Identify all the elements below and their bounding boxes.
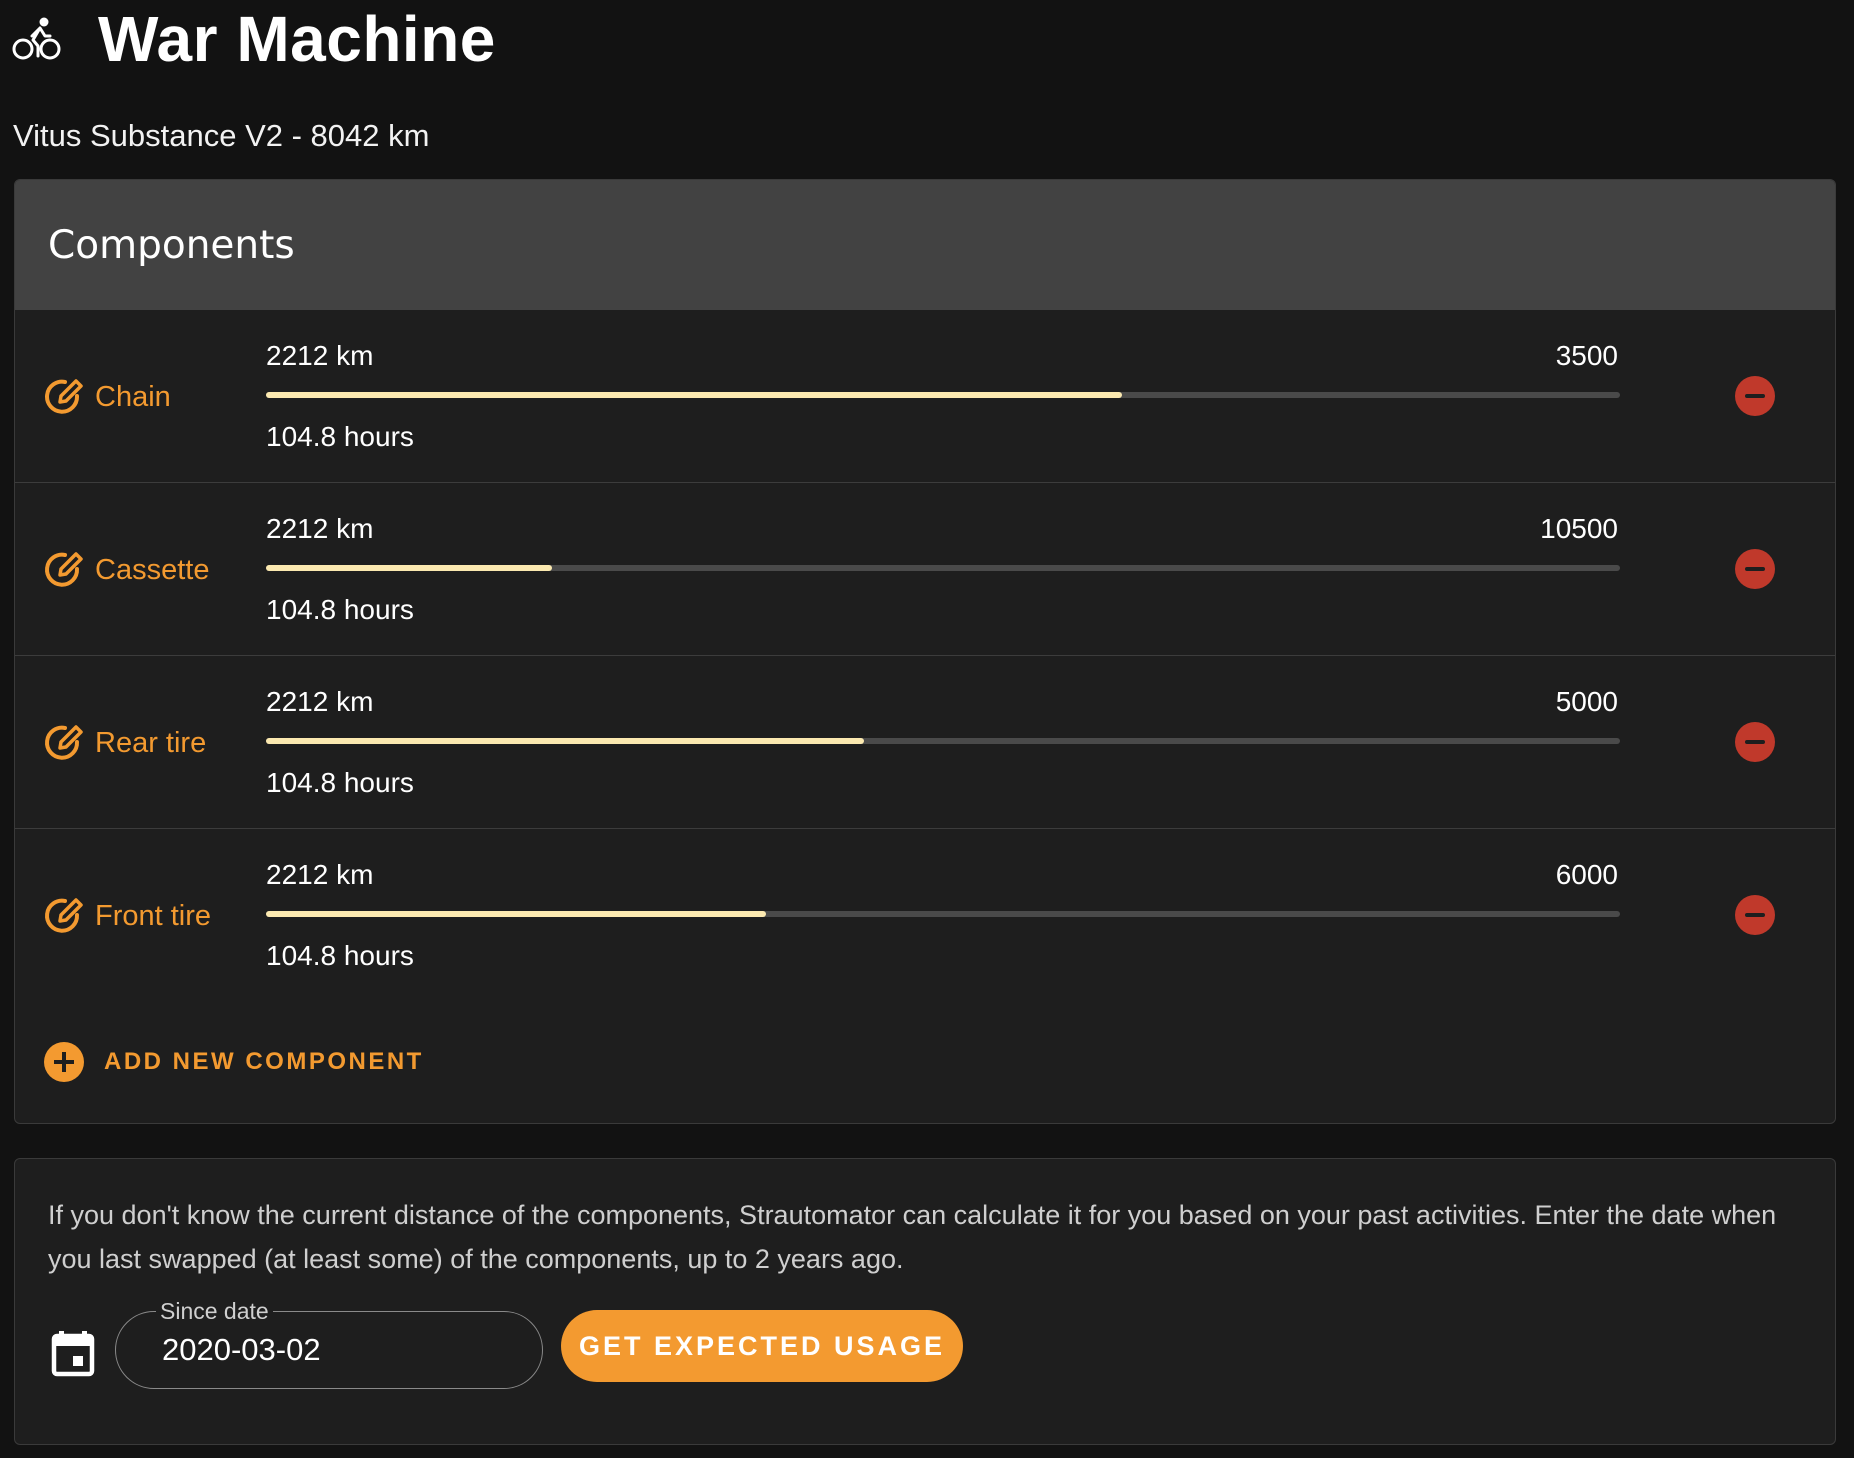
- component-hours: 104.8 hours: [266, 767, 414, 798]
- calendar-icon[interactable]: [51, 1329, 95, 1377]
- component-distance: 2212 km: [266, 686, 374, 717]
- component-row: Chain 2212 km 3500 104.8 hours: [15, 310, 1835, 483]
- bike-summary: Vitus Substance V2 - 8042 km: [13, 118, 430, 153]
- since-date-field[interactable]: Since date 2020-03-02: [115, 1298, 543, 1389]
- usage-progress-bar: [266, 565, 1620, 571]
- component-name: Rear tire: [95, 726, 207, 759]
- components-card: Components Chain 2212 km 3500 104.8 hour…: [14, 179, 1836, 1124]
- component-limit: 5000: [1555, 686, 1618, 717]
- component-hours: 104.8 hours: [266, 421, 414, 452]
- component-name: Chain: [95, 380, 171, 413]
- info-text: If you don't know the current distance o…: [48, 1200, 1777, 1274]
- edit-icon: [45, 898, 83, 933]
- component-distance: 2212 km: [266, 340, 374, 371]
- usage-progress-bar: [266, 392, 1620, 398]
- components-card-title: Components: [15, 180, 1835, 310]
- component-name-button[interactable]: Front tire: [43, 895, 211, 937]
- component-distance: 2212 km: [266, 859, 374, 890]
- component-limit: 3500: [1555, 340, 1618, 371]
- component-hours: 104.8 hours: [266, 594, 414, 625]
- component-name-button[interactable]: Rear tire: [43, 722, 206, 764]
- edit-icon: [45, 552, 83, 587]
- get-expected-usage-button[interactable]: GET EXPECTED USAGE: [561, 1310, 963, 1382]
- component-row: Cassette 2212 km 10500 104.8 hours: [15, 483, 1835, 656]
- usage-progress-fill: [266, 911, 766, 917]
- remove-component-button[interactable]: [1735, 895, 1775, 935]
- component-limit: 6000: [1555, 859, 1618, 890]
- component-limit: 10500: [1540, 513, 1618, 544]
- component-name-button[interactable]: Cassette: [43, 549, 209, 591]
- page-title: War Machine: [98, 3, 496, 75]
- expected-usage-card: If you don't know the current distance o…: [14, 1158, 1836, 1445]
- component-name: Front tire: [95, 899, 212, 932]
- remove-component-button[interactable]: [1735, 722, 1775, 762]
- remove-component-button[interactable]: [1735, 549, 1775, 589]
- usage-progress-bar: [266, 911, 1620, 917]
- component-name: Cassette: [95, 553, 210, 586]
- since-date-label: Since date: [156, 1298, 273, 1325]
- page-header: War Machine: [12, 0, 496, 78]
- minus-circle-icon: [1745, 394, 1765, 398]
- component-distance: 2212 km: [266, 513, 374, 544]
- usage-progress-fill: [266, 565, 552, 571]
- component-hours: 104.8 hours: [266, 940, 414, 971]
- minus-circle-icon: [1745, 740, 1765, 744]
- component-row: Front tire 2212 km 6000 104.8 hours: [15, 829, 1835, 1002]
- add-component-label: ADD NEW COMPONENT: [104, 1048, 424, 1075]
- add-component-button[interactable]: ADD NEW COMPONENT: [44, 1042, 424, 1082]
- usage-progress-fill: [266, 392, 1122, 398]
- minus-circle-icon: [1745, 567, 1765, 571]
- minus-circle-icon: [1745, 913, 1765, 917]
- component-name-button[interactable]: Chain: [43, 376, 171, 418]
- remove-component-button[interactable]: [1735, 376, 1775, 416]
- usage-progress-fill: [266, 738, 865, 744]
- edit-icon: [45, 725, 83, 760]
- since-date-value: 2020-03-02: [162, 1332, 321, 1367]
- usage-progress-bar: [266, 738, 1620, 744]
- plus-circle-icon: [44, 1042, 84, 1082]
- edit-icon: [45, 379, 83, 414]
- bike-icon: [12, 17, 61, 60]
- component-row: Rear tire 2212 km 5000 104.8 hours: [15, 656, 1835, 829]
